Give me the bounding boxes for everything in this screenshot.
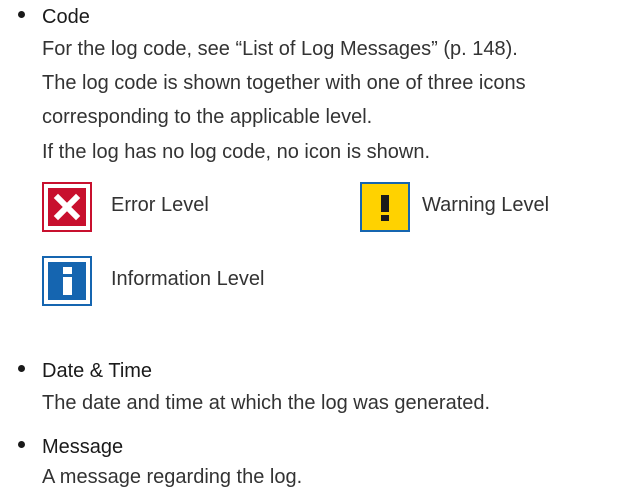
bullet [18,365,25,372]
item-title-message: Message [42,436,124,458]
error-level-label: Error Level [111,194,209,216]
item-title-code: Code [42,6,90,28]
information-level-label: Information Level [111,268,265,290]
warning-level-label: Warning Level [422,194,550,216]
information-icon [42,256,92,306]
code-description-line-2: The log code is shown together with one … [42,72,526,94]
code-description-line-3: corresponding to the applicable level. [42,106,373,128]
message-description: A message regarding the log. [42,466,303,488]
code-description-line-1: For the log code, see “List of Log Messa… [42,38,518,60]
bullet [18,11,25,18]
date-time-description: The date and time at which the log was g… [42,392,491,414]
bullet [18,441,25,448]
error-icon [42,182,92,232]
item-title-date-time: Date & Time [42,360,153,382]
code-description-line-4: If the log has no log code, no icon is s… [42,141,431,163]
warning-icon [360,182,410,232]
